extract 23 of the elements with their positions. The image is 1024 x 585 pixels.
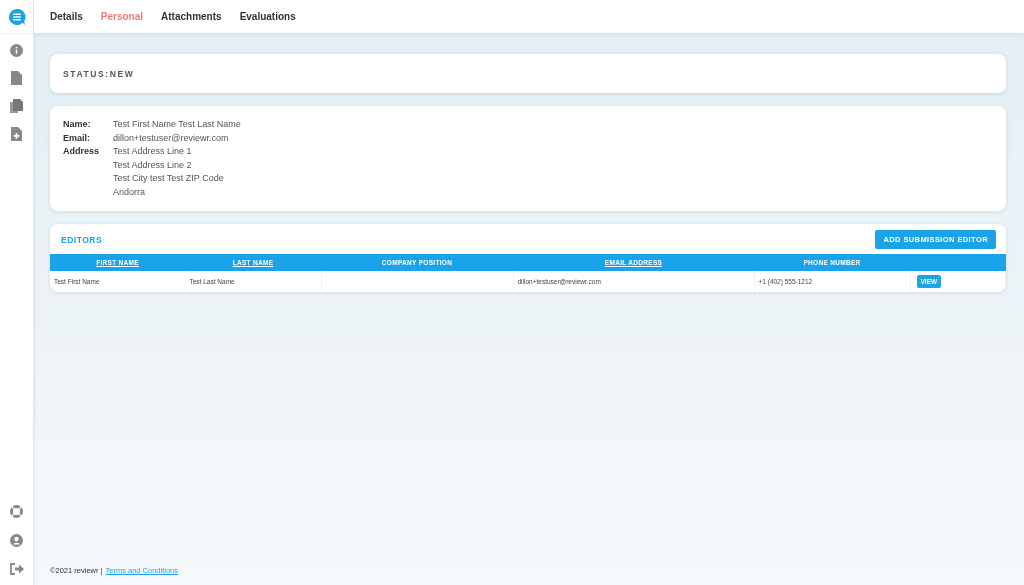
field-label: Name: [63,119,92,131]
status-text: STATUS:NEW [63,68,135,79]
field-label: Address [63,146,100,158]
field-value: Test Address Line 1 [113,146,193,158]
lifebuoy-icon[interactable] [10,505,23,518]
tab[interactable]: Attachments [161,11,222,22]
field-value: Andorra [113,186,147,198]
tab[interactable]: Evaluations [239,11,296,22]
logo-icon[interactable] [7,7,26,26]
logout-icon[interactable] [9,563,24,575]
field-value: Test Address Line 2 [113,159,193,171]
tab[interactable]: Details [50,11,83,22]
tab[interactable]: Personal [100,11,144,22]
editors-title: EDITORS [61,234,103,245]
field-label: Email: [63,132,91,144]
add-document-icon[interactable] [11,127,22,141]
field-value: Test First Name Test Last Name [113,119,242,131]
user-icon[interactable] [10,534,23,547]
document-icon[interactable] [11,71,22,85]
field-value: dillon+testuser@reviewr.com [113,132,230,144]
field-value: Test City test Test ZIP Code [113,173,225,185]
copy-icon[interactable] [10,99,23,113]
info-icon[interactable] [10,44,23,57]
